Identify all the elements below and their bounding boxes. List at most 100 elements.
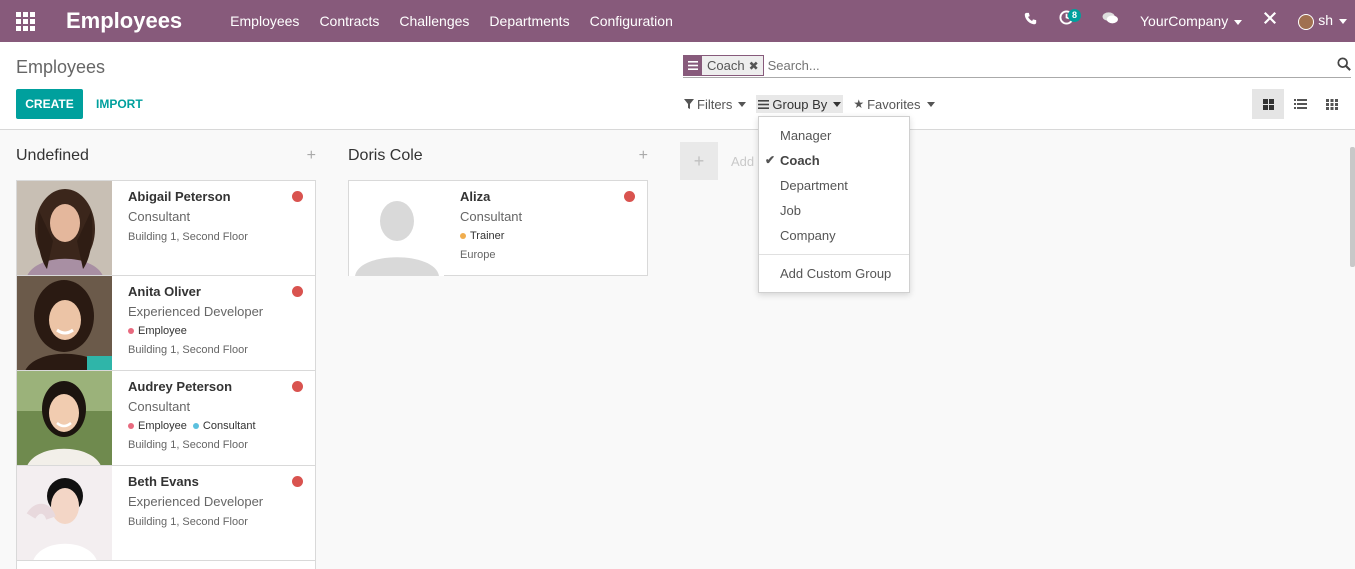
quick-create-icon[interactable]: + bbox=[307, 147, 316, 165]
employee-location: Europe bbox=[460, 249, 496, 261]
employee-card[interactable]: Abigail Peterson Consultant Building 1, … bbox=[16, 180, 316, 276]
employee-photo bbox=[17, 276, 112, 371]
import-button[interactable]: IMPORT bbox=[96, 89, 143, 119]
groupby-option-department[interactable]: Department bbox=[759, 173, 909, 198]
add-column-label[interactable]: Add bbox=[731, 154, 754, 169]
groupby-option-company[interactable]: Company bbox=[759, 223, 909, 248]
group-by-label: Group By bbox=[772, 96, 828, 112]
option-label: Add Custom Group bbox=[780, 266, 892, 281]
list-view-button[interactable] bbox=[1284, 89, 1316, 119]
add-column[interactable]: + Add bbox=[680, 142, 754, 180]
group-by-dropdown: Manager ✔ Coach Department Job Company Ad… bbox=[758, 116, 910, 293]
employee-card[interactable]: Audrey Peterson Consultant Employee Cons… bbox=[16, 370, 316, 466]
avatar bbox=[1298, 13, 1315, 30]
menu-item-challenges[interactable]: Challenges bbox=[389, 0, 479, 42]
column-header: Undefined + bbox=[16, 131, 316, 181]
menu-item-employees[interactable]: Employees bbox=[220, 0, 309, 42]
menu-item-configuration[interactable]: Configuration bbox=[580, 0, 683, 42]
user-name: sh bbox=[1318, 12, 1333, 29]
tag-color-dot bbox=[128, 423, 134, 430]
employee-card[interactable]: Aliza Consultant Trainer Europe bbox=[348, 180, 648, 276]
activity-count-badge: 8 bbox=[1067, 9, 1081, 22]
option-label: Manager bbox=[780, 128, 832, 143]
kanban-board: Undefined + Abigail Peterson Consultant … bbox=[0, 131, 1355, 569]
search-icon[interactable] bbox=[1337, 57, 1351, 71]
employee-photo-placeholder bbox=[349, 181, 444, 276]
employee-job: Consultant bbox=[128, 209, 191, 224]
activity-icon[interactable]: 8 bbox=[1048, 0, 1085, 42]
company-name: YourCompany bbox=[1139, 13, 1229, 29]
employee-tags: Employee bbox=[128, 325, 305, 337]
apps-menu-icon[interactable] bbox=[0, 0, 50, 42]
employee-card[interactable]: Beth Evans Experienced Developer Buildin… bbox=[16, 465, 316, 561]
kanban-column-doris-cole: Doris Cole + Aliza Consultant Trainer Eu… bbox=[348, 131, 648, 276]
kanban-view-button[interactable] bbox=[1252, 89, 1284, 119]
filter-icon bbox=[684, 99, 694, 109]
employee-photo bbox=[17, 371, 112, 466]
presence-status-indicator bbox=[292, 476, 303, 487]
kanban-icon bbox=[1262, 98, 1274, 110]
phone-icon[interactable] bbox=[1013, 0, 1048, 42]
employee-card[interactable]: Anita Oliver Experienced Developer Emplo… bbox=[16, 275, 316, 371]
debug-tools-icon[interactable] bbox=[1252, 0, 1288, 42]
chevron-down-icon bbox=[1234, 19, 1243, 25]
quick-create-icon[interactable]: + bbox=[639, 147, 648, 165]
card-body: Audrey Peterson Consultant Employee Cons… bbox=[128, 379, 305, 451]
star-icon: ★ bbox=[853, 97, 865, 111]
group-by-button[interactable]: Group By bbox=[756, 95, 844, 113]
employee-location: Building 1, Second Floor bbox=[128, 344, 248, 356]
group-by-icon bbox=[684, 55, 702, 76]
groupby-option-manager[interactable]: Manager bbox=[759, 123, 909, 148]
add-custom-group-button[interactable]: Add Custom Group bbox=[759, 261, 909, 286]
plus-icon[interactable]: + bbox=[680, 142, 718, 180]
search-bar: Coach ✖ bbox=[683, 54, 1351, 78]
groupby-option-job[interactable]: Job bbox=[759, 198, 909, 223]
tag-label: Consultant bbox=[202, 420, 256, 432]
presence-status-indicator bbox=[292, 381, 303, 392]
option-label: Job bbox=[780, 203, 801, 218]
employee-photo bbox=[17, 181, 112, 276]
employee-tags: Employee Consultant bbox=[128, 420, 305, 432]
user-menu[interactable]: sh bbox=[1288, 12, 1355, 30]
employee-job: Consultant bbox=[128, 399, 191, 414]
tag-label: Employee bbox=[138, 325, 187, 337]
favorites-button[interactable]: ★ Favorites bbox=[853, 95, 935, 113]
facet-remove-icon[interactable]: ✖ bbox=[749, 59, 763, 73]
create-button[interactable]: CREATE bbox=[16, 89, 83, 119]
scrollbar-thumb[interactable] bbox=[1350, 147, 1355, 267]
breadcrumb: Employees bbox=[16, 57, 106, 77]
groupby-option-coach[interactable]: ✔ Coach bbox=[759, 148, 909, 173]
employee-name: Audrey Peterson bbox=[128, 379, 233, 394]
tag-consultant: Consultant bbox=[192, 420, 256, 432]
card-body: Abigail Peterson Consultant Building 1, … bbox=[128, 189, 305, 243]
search-input[interactable] bbox=[767, 58, 1328, 73]
company-switcher[interactable]: YourCompany bbox=[1130, 13, 1252, 29]
menu-item-contracts[interactable]: Contracts bbox=[309, 0, 389, 42]
menu-item-departments[interactable]: Departments bbox=[479, 0, 579, 42]
employee-job: Experienced Developer bbox=[128, 494, 264, 509]
chevron-down-icon bbox=[738, 101, 747, 107]
option-label: Company bbox=[780, 228, 836, 243]
employee-tags: Trainer bbox=[460, 230, 637, 242]
tag-label: Trainer bbox=[470, 230, 505, 242]
search-options: Filters Group By ★ Favorites bbox=[684, 95, 945, 113]
filters-button[interactable]: Filters bbox=[684, 95, 747, 113]
kanban-scrollbar[interactable] bbox=[1349, 131, 1355, 569]
tag-color-dot bbox=[460, 233, 466, 240]
grid-icon bbox=[1326, 98, 1338, 110]
chevron-down-icon bbox=[926, 101, 935, 107]
control-panel: Employees CREATE IMPORT Coach ✖ Filters … bbox=[0, 42, 1355, 130]
presence-status-indicator bbox=[292, 191, 303, 202]
filters-label: Filters bbox=[697, 96, 733, 112]
chat-icon[interactable] bbox=[1091, 0, 1130, 42]
tag-trainer: Trainer bbox=[460, 230, 504, 242]
top-navbar: Employees Employees Contracts Challenges… bbox=[0, 0, 1355, 42]
facet-value: Coach bbox=[707, 58, 745, 73]
employee-card[interactable] bbox=[16, 560, 316, 569]
card-body: Anita Oliver Experienced Developer Emplo… bbox=[128, 284, 305, 356]
divider bbox=[759, 254, 909, 255]
tag-employee: Employee bbox=[128, 325, 187, 337]
activity-view-button[interactable] bbox=[1316, 89, 1348, 119]
navbar-systray: 8 YourCompany sh bbox=[1013, 0, 1355, 42]
list-icon bbox=[1293, 99, 1307, 109]
